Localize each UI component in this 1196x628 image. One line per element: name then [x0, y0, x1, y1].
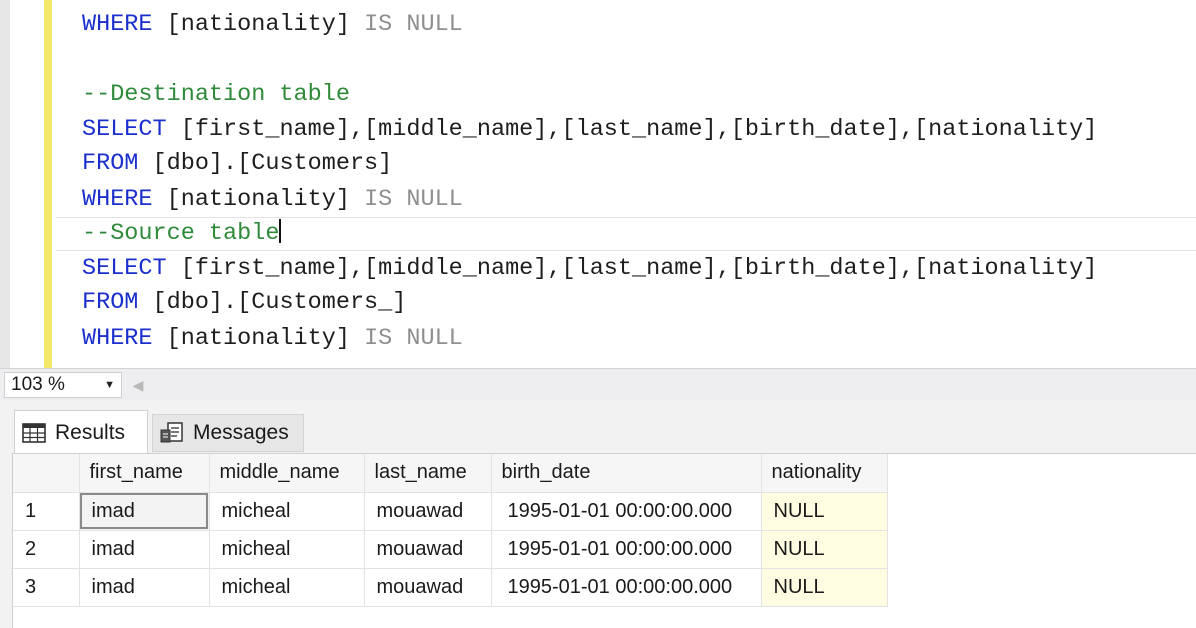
sql-text: [dbo].[Customers_]	[138, 289, 407, 316]
table-cell[interactable]: 1995-01-01 00:00:00.000	[491, 568, 762, 607]
row-number[interactable]: 1	[13, 492, 80, 531]
code-line-current[interactable]: --Source table	[82, 219, 282, 249]
column-header[interactable]: middle_name	[209, 454, 365, 493]
table-cell-null[interactable]: NULL	[761, 492, 888, 531]
sql-keyword: WHERE	[82, 325, 153, 352]
sql-keyword: WHERE	[82, 186, 153, 213]
column-header[interactable]: first_name	[79, 454, 210, 493]
sql-text: [first_name],[middle_name],[last_name],[…	[166, 116, 1098, 143]
sql-keyword-gray: IS NULL	[364, 186, 463, 213]
sql-text: [nationality]	[152, 11, 365, 38]
tab-results[interactable]: Results	[14, 410, 148, 454]
table-cell-null[interactable]: NULL	[761, 568, 888, 607]
sql-keyword: WHERE	[82, 11, 153, 38]
sql-text: [first_name],[middle_name],[last_name],[…	[166, 255, 1098, 282]
table-cell[interactable]: imad	[79, 568, 210, 607]
column-header[interactable]: nationality	[761, 454, 888, 493]
table-cell[interactable]: mouawad	[364, 568, 492, 607]
sql-text: [nationality]	[152, 186, 365, 213]
table-cell[interactable]: mouawad	[364, 530, 492, 569]
table-row[interactable]: 2 imad micheal mouawad 1995-01-01 00:00:…	[13, 530, 888, 569]
table-cell[interactable]: micheal	[209, 530, 365, 569]
sql-keyword-gray: IS NULL	[364, 11, 463, 38]
table-cell[interactable]: micheal	[209, 568, 365, 607]
code-line[interactable]: WHERE [nationality] IS NULL	[82, 10, 463, 40]
dropdown-arrow-icon[interactable]: ▼	[104, 373, 115, 397]
messages-icon	[159, 421, 185, 445]
results-grid[interactable]: first_name middle_name last_name birth_d…	[12, 453, 1196, 628]
row-number-header[interactable]	[13, 454, 80, 493]
query-editor[interactable]: WHERE [nationality] IS NULL --Destinatio…	[0, 0, 1196, 368]
grid-icon	[21, 421, 47, 445]
text-caret	[279, 219, 282, 243]
table-cell[interactable]: micheal	[209, 492, 365, 531]
code-line[interactable]: FROM [dbo].[Customers_]	[82, 288, 406, 318]
row-number[interactable]: 2	[13, 530, 80, 569]
row-number[interactable]: 3	[13, 568, 80, 607]
sql-keyword: SELECT	[82, 116, 167, 143]
column-header[interactable]: last_name	[364, 454, 492, 493]
zoom-value: 103 %	[11, 374, 65, 395]
sql-keyword-gray: IS NULL	[364, 325, 463, 352]
table-cell[interactable]: 1995-01-01 00:00:00.000	[491, 530, 762, 569]
sql-comment: --Source table	[82, 220, 280, 247]
code-line[interactable]: --Destination table	[82, 80, 350, 110]
column-header[interactable]: birth_date	[491, 454, 762, 493]
sql-text: [nationality]	[152, 325, 365, 352]
sql-keyword: FROM	[82, 289, 139, 316]
editor-margin	[0, 0, 10, 368]
change-tracking-bar	[44, 0, 52, 368]
results-pane: Results Messages first_name middle_name	[0, 400, 1196, 628]
tab-messages[interactable]: Messages	[152, 414, 304, 452]
table-cell[interactable]: 1995-01-01 00:00:00.000	[491, 492, 762, 531]
scroll-left-icon[interactable]: ◀	[130, 375, 146, 395]
tab-messages-label: Messages	[193, 421, 289, 444]
table-cell[interactable]: mouawad	[364, 492, 492, 531]
results-table: first_name middle_name last_name birth_d…	[13, 454, 888, 607]
sql-comment: --Destination table	[82, 81, 350, 108]
sql-text: [dbo].[Customers]	[138, 150, 393, 177]
code-line[interactable]: WHERE [nationality] IS NULL	[82, 324, 463, 354]
code-line[interactable]: FROM [dbo].[Customers]	[82, 149, 392, 179]
code-line[interactable]: WHERE [nationality] IS NULL	[82, 185, 463, 215]
code-line[interactable]: SELECT [first_name],[middle_name],[last_…	[82, 115, 1097, 145]
sql-keyword: SELECT	[82, 255, 167, 282]
zoom-dropdown[interactable]: 103 % ▼	[4, 372, 122, 398]
sql-keyword: FROM	[82, 150, 139, 177]
code-line[interactable]: SELECT [first_name],[middle_name],[last_…	[82, 254, 1097, 284]
table-cell-selected[interactable]: imad	[79, 492, 210, 531]
tab-results-label: Results	[55, 420, 126, 444]
table-row[interactable]: 1 imad micheal mouawad 1995-01-01 00:00:…	[13, 492, 888, 531]
header-row: first_name middle_name last_name birth_d…	[13, 454, 888, 493]
table-cell[interactable]: imad	[79, 530, 210, 569]
table-cell-null[interactable]: NULL	[761, 530, 888, 569]
table-row[interactable]: 3 imad micheal mouawad 1995-01-01 00:00:…	[13, 568, 888, 607]
editor-status-bar: 103 % ▼ ◀	[0, 368, 1196, 400]
